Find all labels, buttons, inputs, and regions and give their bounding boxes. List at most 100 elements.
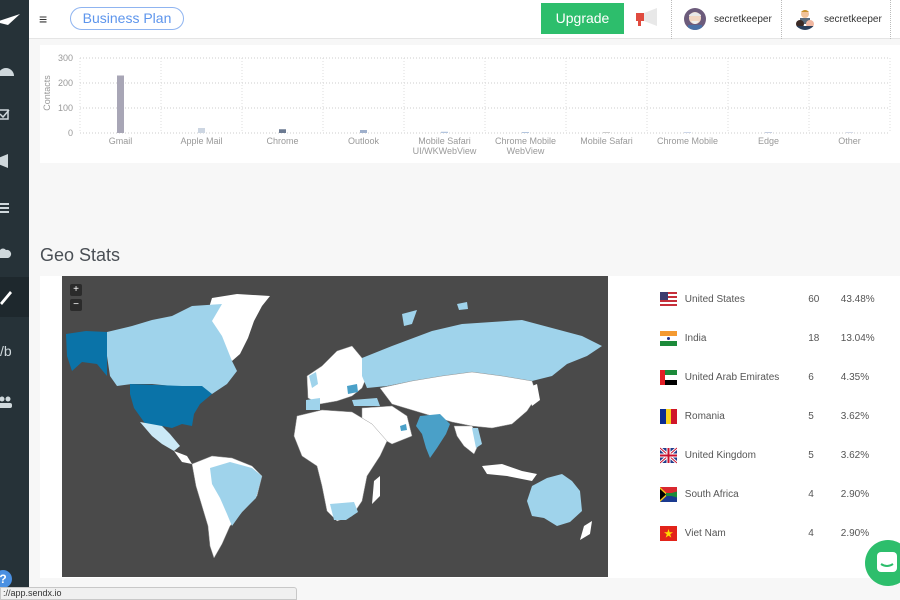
bar-mobile-safari[interactable] — [603, 132, 610, 133]
top-bar: ≡ Business Plan Upgrade secretkeeper sec… — [29, 0, 900, 39]
sidebar: /b ? — [0, 0, 29, 600]
x-tick-label: Chrome — [266, 136, 298, 146]
flag-ro-icon — [660, 408, 677, 425]
user-menu-2[interactable]: secretkeeper — [794, 7, 882, 31]
map-region-india — [416, 414, 450, 458]
country-name: Romania — [684, 410, 725, 422]
y-tick-label: 100 — [58, 103, 73, 113]
bar-outlook[interactable] — [360, 130, 367, 133]
country-count: 60 — [808, 293, 820, 305]
country-percentage: 2.90% — [840, 488, 870, 500]
bar-other[interactable] — [846, 132, 853, 133]
avatar — [794, 8, 816, 30]
x-tick-label: Mobile Safari — [418, 136, 471, 146]
bar-chrome-mobile-webview[interactable] — [522, 132, 529, 133]
flag-in-icon — [660, 330, 677, 347]
country-percentage: 13.04% — [840, 332, 875, 344]
sidebar-item-campaigns[interactable] — [0, 142, 29, 182]
map-region-iberia — [306, 398, 320, 410]
flag-us-icon — [660, 291, 677, 308]
country-row: United Arab Emirates 6 4.35% — [660, 367, 900, 387]
x-tick-label: Apple Mail — [180, 136, 222, 146]
announcements-megaphone-icon[interactable] — [635, 7, 661, 29]
country-row: South Africa 4 2.90% — [660, 484, 900, 504]
chat-icon — [877, 552, 897, 572]
y-tick-label: 200 — [58, 78, 73, 88]
email-client-bar-chart: 0 100 200 300 Gmail Apple Mail Chrome Outlook Mo… — [42, 53, 891, 156]
code-icon: /b — [0, 343, 12, 359]
status-bar-url: ://app.sendx.io — [0, 587, 297, 600]
y-tick-label: 300 — [58, 53, 73, 63]
country-name: Viet Nam — [684, 527, 726, 539]
sidebar-item-checklist[interactable] — [0, 96, 29, 136]
map-region-australia — [527, 474, 582, 526]
country-row: Romania 5 3.62% — [660, 406, 900, 426]
sidebar-item-dashboard[interactable] — [0, 52, 29, 92]
country-name: South Africa — [684, 488, 739, 500]
country-name: United Arab Emirates — [684, 371, 780, 383]
map-region-turkey — [352, 398, 380, 406]
map-region-usa — [130, 384, 212, 432]
world-map[interactable]: + − — [62, 276, 608, 577]
bar-mobile-safari-ui-wkwebview[interactable] — [441, 131, 448, 133]
x-tick-label: Chrome Mobile — [657, 136, 718, 146]
country-name: India — [684, 332, 707, 344]
sidebar-item-lists[interactable] — [0, 188, 29, 228]
y-axis-label: Contacts — [42, 75, 52, 111]
bar-chrome[interactable] — [279, 129, 286, 133]
x-tick-label: WebView — [507, 146, 545, 156]
avatar — [684, 8, 706, 30]
country-count: 4 — [808, 527, 814, 539]
country-row: United States 60 43.48% — [660, 289, 900, 309]
sidebar-item-code[interactable]: /b — [0, 331, 29, 371]
x-tick-label: Mobile Safari — [580, 136, 633, 146]
country-row: Viet Nam 4 2.90% — [660, 523, 900, 543]
bar-edge[interactable] — [765, 132, 772, 133]
divider — [671, 0, 672, 39]
bar-gmail[interactable] — [117, 75, 124, 134]
country-count: 18 — [808, 332, 820, 344]
plan-badge[interactable]: Business Plan — [70, 7, 184, 30]
country-percentage: 2.90% — [840, 527, 870, 539]
country-count: 5 — [808, 410, 814, 422]
map-zoom-out-button[interactable]: − — [70, 299, 82, 311]
country-percentage: 3.62% — [840, 449, 870, 461]
chat-support-button[interactable] — [865, 540, 900, 586]
user-menu-1[interactable]: secretkeeper — [684, 7, 772, 31]
divider — [890, 0, 891, 39]
flag-vn-icon — [660, 525, 677, 542]
country-count: 4 — [808, 488, 814, 500]
hamburger-menu-icon[interactable]: ≡ — [39, 11, 47, 27]
paper-plane-logo-icon[interactable] — [0, 8, 29, 30]
map-zoom-in-button[interactable]: + — [70, 284, 82, 296]
country-count: 5 — [808, 449, 814, 461]
upgrade-button[interactable]: Upgrade — [541, 3, 624, 34]
x-tick-label: Outlook — [348, 136, 380, 146]
x-tick-label: Other — [838, 136, 861, 146]
country-percentage: 43.48% — [840, 293, 875, 305]
country-count: 6 — [808, 371, 814, 383]
sidebar-item-automation[interactable] — [0, 232, 29, 272]
sidebar-item-team[interactable] — [0, 382, 29, 422]
map-region-alaska — [66, 331, 107, 376]
email-client-chart-card: 0 100 200 300 Gmail Apple Mail Chrome Outlook Mo… — [40, 45, 900, 163]
country-name: United Kingdom — [684, 449, 756, 461]
bar-chrome-mobile[interactable] — [684, 132, 691, 133]
flag-ae-icon — [660, 369, 677, 386]
divider — [781, 0, 782, 39]
username: secretkeeper — [714, 13, 772, 25]
country-percentage: 3.62% — [840, 410, 870, 422]
flag-gb-icon — [660, 446, 677, 464]
x-tick-label: Gmail — [109, 136, 133, 146]
sidebar-item-forms[interactable] — [0, 277, 29, 317]
username: secretkeeper — [824, 13, 882, 25]
x-tick-label: UI/WKWebView — [413, 146, 477, 156]
x-tick-label: Chrome Mobile — [495, 136, 556, 146]
country-name: United States — [684, 293, 745, 305]
help-icon[interactable]: ? — [0, 570, 12, 588]
geo-stats-title: Geo Stats — [40, 245, 121, 265]
flag-za-icon — [660, 486, 677, 503]
country-percentage: 4.35% — [840, 371, 870, 383]
map-region-south-africa — [330, 502, 358, 520]
bar-apple-mail[interactable] — [198, 128, 205, 133]
